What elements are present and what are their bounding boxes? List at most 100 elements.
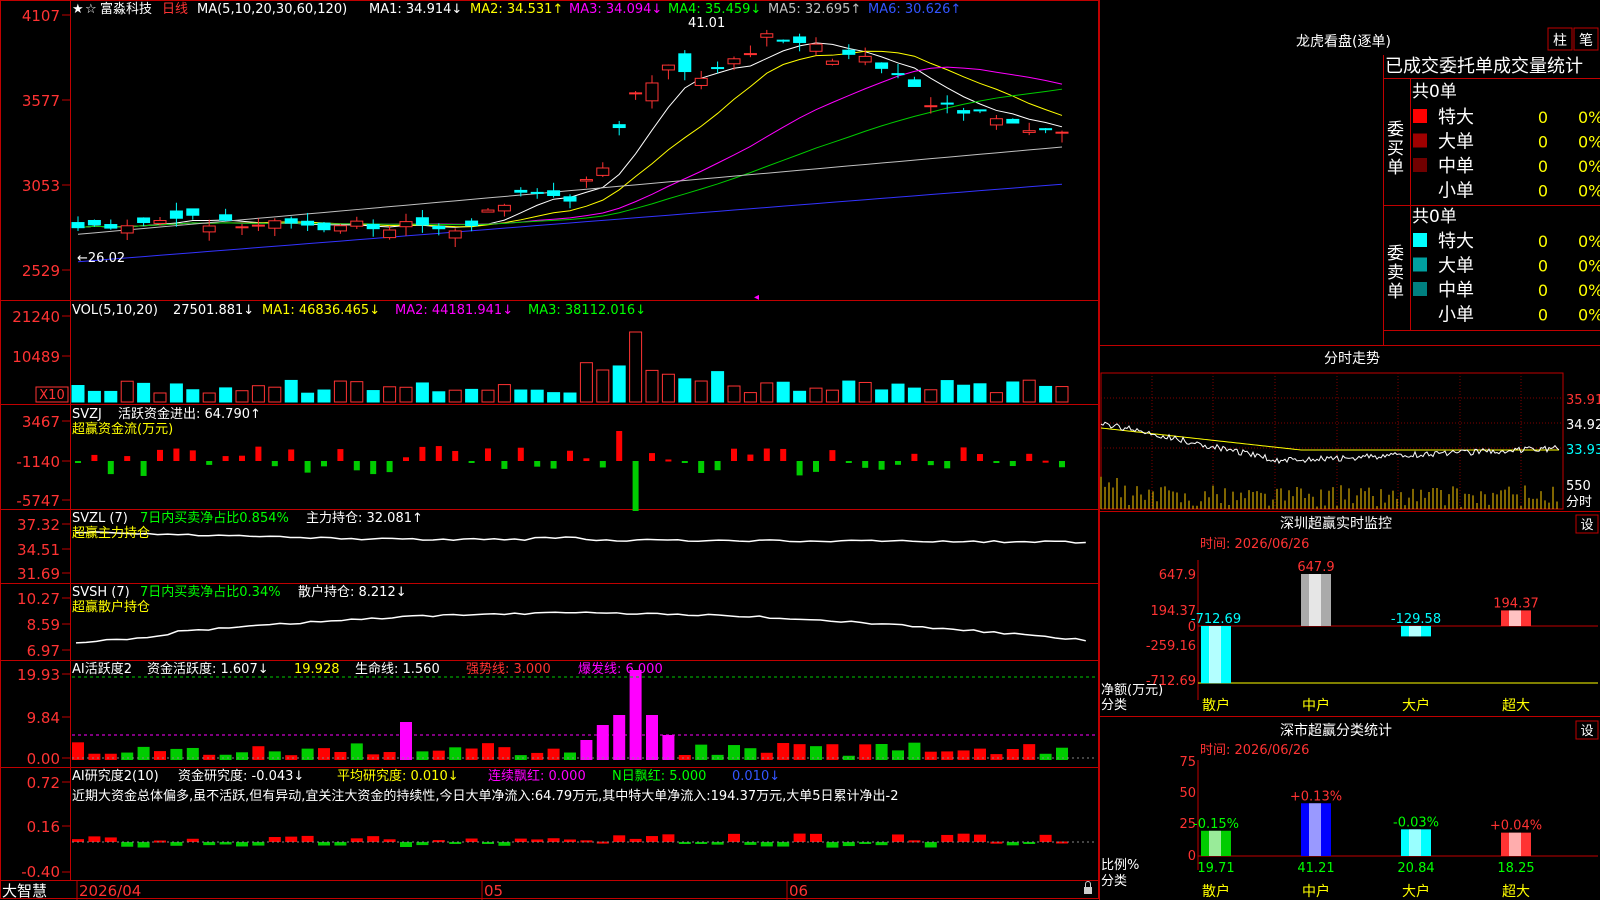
volume-bar xyxy=(596,369,610,403)
volume-bar xyxy=(432,391,446,403)
stats-tick: 0 xyxy=(1188,849,1196,864)
ai1-strong: 强势线: 3.000 xyxy=(466,661,551,677)
stats-settings-button[interactable]: 设 xyxy=(1575,720,1599,740)
candles[interactable] xyxy=(71,29,1069,248)
candle-body xyxy=(907,79,921,87)
fund-flow-bar xyxy=(927,461,934,466)
fund-flow-bar xyxy=(370,461,377,475)
volume-bar xyxy=(940,380,954,403)
monitor-settings-button[interactable]: 设 xyxy=(1575,514,1599,534)
activity-bar xyxy=(662,735,675,760)
fund-flow-bar xyxy=(403,457,409,461)
ai2-tick: 0.16 xyxy=(27,818,60,836)
fund-flow-bar xyxy=(173,448,180,461)
date-label: 06 xyxy=(789,882,808,900)
fund-flow-bar xyxy=(583,458,590,461)
intraday-vol-tick: 550 xyxy=(1566,479,1591,494)
intraday-price-line xyxy=(1100,421,1560,465)
svsh-tick: 6.97 xyxy=(27,642,60,660)
fund-flow-bar xyxy=(304,461,311,473)
candle-body xyxy=(776,39,790,42)
volume-bar xyxy=(317,389,331,403)
intraday-chart[interactable] xyxy=(1100,372,1564,510)
lhb-title: 龙虎看盘(逐单) xyxy=(1296,33,1391,50)
activity-bar xyxy=(990,754,1003,760)
fund-flow-bar xyxy=(567,450,573,461)
svzl-axis-labels: 37.32 34.51 31.69 xyxy=(17,516,60,583)
column-mode-button[interactable]: 柱 xyxy=(1547,27,1573,51)
volume-bar xyxy=(465,388,479,403)
monitor-ylabel: 净额(万元) xyxy=(1101,683,1163,698)
ai1-bars xyxy=(72,670,1068,760)
period-label[interactable]: 日线 xyxy=(162,2,188,17)
fund-flow-bar xyxy=(353,461,360,471)
sell-pct: 0% xyxy=(1578,281,1600,300)
activity-bar xyxy=(908,742,921,760)
research-bar xyxy=(334,842,347,846)
buy-count: 0 xyxy=(1538,157,1548,176)
fund-flow-bar xyxy=(813,461,819,472)
buy-swatch xyxy=(1413,133,1427,148)
research-bar xyxy=(810,833,822,842)
ai2-axis-labels: 0.72 0.16 -0.40 xyxy=(21,774,60,881)
activity-bar xyxy=(760,752,773,760)
ai2-nday: N日飘红: 5.000 xyxy=(612,768,706,784)
research-bar xyxy=(301,835,314,842)
intraday-tick: 33.93 xyxy=(1566,443,1600,458)
svsh-tick: 10.27 xyxy=(17,590,60,608)
ai1-burst: 爆发线: 6.000 xyxy=(578,661,663,677)
volume-axis-labels: 21240 10489 xyxy=(12,308,60,366)
buy-name: 小单 xyxy=(1438,181,1474,202)
volume-bar xyxy=(858,381,872,403)
ai1-life: 生命线: 1.560 xyxy=(355,661,440,677)
fund-flow-bar xyxy=(960,447,967,461)
fund-flow-bar xyxy=(550,461,557,469)
stats-bar xyxy=(1201,830,1231,856)
buy-pct: 0% xyxy=(1578,133,1600,152)
fund-flow-bar xyxy=(107,461,114,475)
stats-bar-highlight xyxy=(1209,830,1221,856)
activity-bar xyxy=(957,750,970,760)
fund-flow-bar xyxy=(993,461,1000,463)
research-bar xyxy=(974,834,986,842)
ai2-tick: 0.72 xyxy=(27,774,60,792)
volume-bar xyxy=(645,369,659,403)
lock-icon[interactable] xyxy=(1084,881,1092,895)
stats-value-label: 19.71 xyxy=(1197,861,1234,876)
candle-body xyxy=(579,179,593,182)
monitor-category: 大户 xyxy=(1402,697,1430,714)
candle-body xyxy=(694,77,708,86)
stock-name[interactable]: 富淼科技 xyxy=(100,1,152,17)
research-bar xyxy=(777,842,790,847)
svzl-pos: 主力持仓: 32.081↑ xyxy=(306,511,423,526)
monitor-tick: -259.16 xyxy=(1146,639,1196,654)
svzj-title: SVZJ xyxy=(72,407,102,422)
volume-bar xyxy=(202,392,216,403)
volume-bar xyxy=(711,371,725,403)
intraday-title: 分时走势 xyxy=(1324,351,1380,367)
volume-bar xyxy=(563,392,577,403)
intraday-frame xyxy=(1100,372,1564,510)
ma1-value: MA1: 34.914↓ xyxy=(369,2,462,17)
main-header: ★ ☆ 富淼科技 日线 MA(5,10,20,30,60,120) MA1: 3… xyxy=(72,1,961,17)
fund-flow-bar xyxy=(681,461,688,463)
stats-chart: -0.15% 19.71 散户 +0.13% 41.21 中户 -0.03% 20.84 大户 +… xyxy=(1193,760,1598,900)
fund-flow-bar xyxy=(632,461,639,511)
chart-frame xyxy=(0,0,1099,899)
research-bar xyxy=(170,842,183,846)
research-bar xyxy=(1006,842,1019,846)
fund-flow-bar xyxy=(944,461,951,469)
sell-pct: 0% xyxy=(1578,257,1600,276)
tick-mode-button[interactable]: 笔 xyxy=(1573,27,1599,51)
ma2-value: MA2: 34.531↑ xyxy=(470,2,563,17)
ai1-v2: 19.928 xyxy=(294,662,340,677)
sell-name: 特大 xyxy=(1438,231,1474,252)
research-bar xyxy=(121,842,134,847)
activity-bar xyxy=(564,752,576,760)
svsh-header: SVSH (7) 7日内买卖净占比0.34% 散户持仓: 8.212↓ 超赢散户… xyxy=(72,584,407,615)
research-bar xyxy=(826,842,839,848)
sell-total: 共0单 xyxy=(1412,207,1457,227)
research-bar xyxy=(547,838,560,842)
sell-label-1: 委 xyxy=(1387,244,1404,264)
monitor-value-label: 647.9 xyxy=(1297,560,1334,575)
